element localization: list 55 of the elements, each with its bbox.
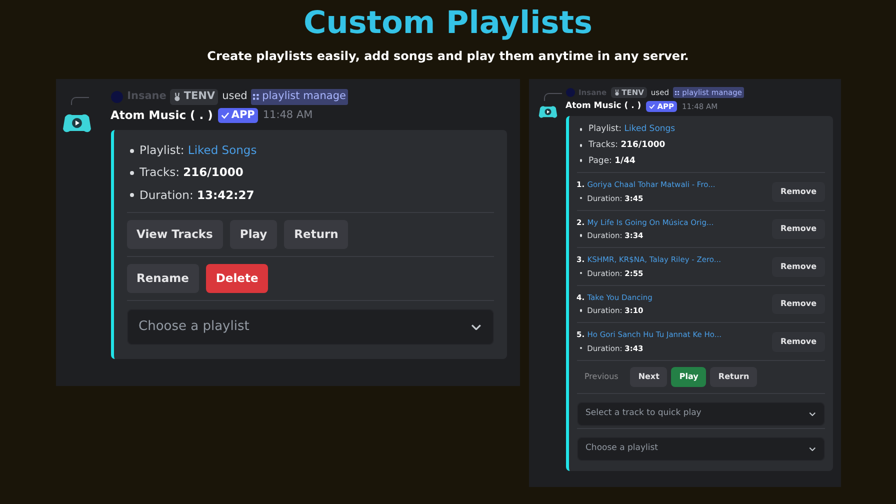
reply-connector <box>544 92 562 101</box>
chevron-down-icon <box>808 446 816 451</box>
bullet-icon <box>580 159 582 162</box>
chevron-down-icon <box>808 412 816 416</box>
select-dropdown[interactable]: Choose a playlist <box>126 308 494 345</box>
check-icon <box>220 112 230 119</box>
action-button[interactable]: Delete <box>206 264 268 293</box>
action-button[interactable]: Return <box>710 366 758 387</box>
embed-field: Tracks: 216/1000 <box>576 138 824 152</box>
bullet-icon <box>130 148 134 153</box>
bullet-icon <box>580 272 582 274</box>
select-dropdown[interactable]: Select a track to quick play <box>576 402 824 426</box>
bot-name[interactable]: Atom Music ( . ) <box>110 106 213 124</box>
remove-button[interactable]: Remove <box>772 219 824 239</box>
bullet-icon <box>580 309 582 312</box>
embed-field: Playlist: Liked Songs <box>126 142 494 160</box>
bullet-icon <box>580 128 582 131</box>
command-mention[interactable]: playlist manage <box>251 89 348 105</box>
page-subtitle: Create playlists easily, add songs and play them anytime in any server. <box>207 48 689 65</box>
action-button[interactable]: Rename <box>126 264 199 293</box>
bullet-icon <box>130 193 134 198</box>
bullet-icon <box>580 196 582 200</box>
bullet-icon <box>130 170 134 175</box>
remove-button[interactable]: Remove <box>772 256 824 276</box>
rabbit-icon <box>614 89 620 96</box>
chevron-down-icon <box>471 324 482 330</box>
action-button[interactable]: Return <box>284 220 348 249</box>
user-tag: TENV <box>170 89 218 105</box>
page-title: Custom Playlists <box>304 4 592 43</box>
action-button[interactable]: View Tracks <box>126 220 223 249</box>
select-dropdown[interactable]: Choose a playlist <box>576 436 824 461</box>
bullet-icon <box>580 346 582 350</box>
command-icon <box>674 90 680 95</box>
remove-button[interactable]: Remove <box>772 294 824 314</box>
reply-connector <box>70 96 88 105</box>
check-icon <box>649 104 656 110</box>
command-icon <box>253 94 260 100</box>
bot-name[interactable]: Atom Music ( . ) <box>566 100 642 113</box>
embed-field: Playlist: Liked Songs <box>576 123 824 136</box>
action-button[interactable]: Play <box>671 366 706 387</box>
timestamp: 11:48 AM <box>262 108 313 122</box>
action-button[interactable]: Play <box>230 220 278 249</box>
user-avatar <box>566 88 574 98</box>
embed-field: Tracks: 216/1000 <box>126 164 494 182</box>
embed-field: Duration: 13:42:27 <box>126 186 494 204</box>
rabbit-icon <box>173 92 182 102</box>
app-badge: APP <box>218 108 258 124</box>
remove-button[interactable]: Remove <box>772 182 824 202</box>
user-avatar <box>110 90 124 104</box>
action-button[interactable]: Next <box>630 366 668 387</box>
remove-button[interactable]: Remove <box>772 332 824 352</box>
bullet-icon <box>580 234 582 237</box>
embed-field: Page: 1/44 <box>576 154 824 168</box>
bullet-icon <box>580 144 582 147</box>
reply-text: used <box>222 89 248 104</box>
